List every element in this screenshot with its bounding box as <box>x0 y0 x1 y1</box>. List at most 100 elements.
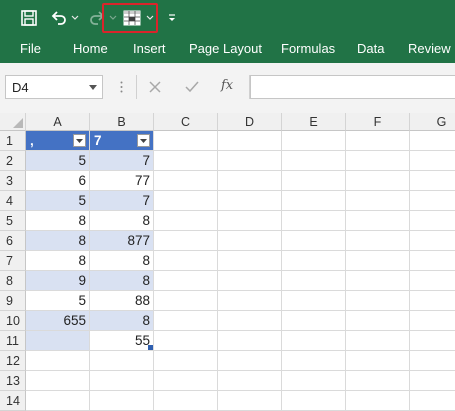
tab-review[interactable]: Review <box>408 35 451 63</box>
cell[interactable] <box>346 131 410 151</box>
cell[interactable] <box>218 351 282 371</box>
table-resize-handle[interactable] <box>148 345 153 350</box>
table-cell[interactable]: 88 <box>90 291 154 311</box>
tab-data[interactable]: Data <box>357 35 384 63</box>
cell[interactable] <box>154 191 218 211</box>
table-cell[interactable]: 7 <box>90 151 154 171</box>
cell[interactable] <box>410 191 455 211</box>
table-header-cell[interactable]: ‚ <box>26 131 90 151</box>
cell[interactable] <box>218 231 282 251</box>
cell[interactable] <box>346 351 410 371</box>
column-header-e[interactable]: E <box>282 113 346 131</box>
cell[interactable] <box>282 331 346 351</box>
column-header-c[interactable]: C <box>154 113 218 131</box>
insert-function-icon[interactable]: fx <box>221 78 233 93</box>
table-cell[interactable]: 8 <box>90 211 154 231</box>
cell[interactable] <box>218 271 282 291</box>
cell[interactable] <box>154 211 218 231</box>
column-header-b[interactable]: B <box>90 113 154 131</box>
customize-qat-button[interactable] <box>165 8 179 28</box>
table-cell[interactable]: 8 <box>90 311 154 331</box>
row-header[interactable]: 11 <box>0 331 26 351</box>
cell[interactable] <box>346 251 410 271</box>
cell[interactable] <box>282 171 346 191</box>
cell[interactable] <box>346 271 410 291</box>
cell[interactable] <box>282 231 346 251</box>
formula-input[interactable] <box>250 75 455 99</box>
table-cell[interactable]: 9 <box>26 271 90 291</box>
cell[interactable] <box>410 351 455 371</box>
column-header-a[interactable]: A <box>26 113 90 131</box>
cancel-icon[interactable] <box>149 81 161 93</box>
cell[interactable] <box>154 371 218 391</box>
row-header[interactable]: 2 <box>0 151 26 171</box>
cell[interactable] <box>154 331 218 351</box>
cell[interactable] <box>410 151 455 171</box>
cell[interactable] <box>282 311 346 331</box>
cell[interactable] <box>90 391 154 411</box>
cell[interactable] <box>346 171 410 191</box>
table-format-dropdown-button[interactable] <box>145 8 155 28</box>
row-header[interactable]: 13 <box>0 371 26 391</box>
cell[interactable] <box>218 171 282 191</box>
table-cell[interactable]: 8 <box>26 231 90 251</box>
row-header[interactable]: 10 <box>0 311 26 331</box>
cell[interactable] <box>26 391 90 411</box>
table-cell[interactable]: 5 <box>26 291 90 311</box>
undo-dropdown-button[interactable] <box>70 8 80 28</box>
cell[interactable] <box>90 371 154 391</box>
cell[interactable] <box>346 291 410 311</box>
cell[interactable] <box>282 291 346 311</box>
cell[interactable] <box>154 291 218 311</box>
cell[interactable] <box>218 331 282 351</box>
cell[interactable] <box>410 271 455 291</box>
cell[interactable] <box>346 191 410 211</box>
table-header-cell[interactable]: 7 <box>90 131 154 151</box>
name-box-dropdown-icon[interactable] <box>89 85 97 91</box>
cell[interactable] <box>154 151 218 171</box>
table-cell[interactable]: 6 <box>26 171 90 191</box>
table-cell[interactable]: 77 <box>90 171 154 191</box>
row-header[interactable]: 1 <box>0 131 26 151</box>
redo-dropdown-button[interactable] <box>108 8 118 28</box>
table-cell[interactable]: 8 <box>26 251 90 271</box>
cell[interactable] <box>346 211 410 231</box>
tab-file[interactable]: File <box>20 35 41 63</box>
cell[interactable] <box>410 371 455 391</box>
row-header[interactable]: 9 <box>0 291 26 311</box>
filter-dropdown-button[interactable] <box>137 134 150 147</box>
row-header[interactable]: 4 <box>0 191 26 211</box>
table-cell[interactable]: 8 <box>90 271 154 291</box>
cell[interactable] <box>410 291 455 311</box>
cell[interactable] <box>346 231 410 251</box>
cell[interactable] <box>218 391 282 411</box>
cell[interactable] <box>410 231 455 251</box>
cell[interactable] <box>154 391 218 411</box>
cell[interactable] <box>282 211 346 231</box>
cell[interactable] <box>154 271 218 291</box>
cell[interactable] <box>346 311 410 331</box>
cell[interactable] <box>282 131 346 151</box>
cell[interactable] <box>410 211 455 231</box>
table-cell[interactable]: 5 <box>26 151 90 171</box>
table-format-button[interactable] <box>120 6 144 30</box>
cell[interactable] <box>26 371 90 391</box>
cell[interactable] <box>410 171 455 191</box>
cell[interactable] <box>410 311 455 331</box>
cell[interactable] <box>282 251 346 271</box>
column-header-g[interactable]: G <box>410 113 455 131</box>
row-header[interactable]: 8 <box>0 271 26 291</box>
cell[interactable] <box>346 391 410 411</box>
row-header[interactable]: 14 <box>0 391 26 411</box>
column-header-f[interactable]: F <box>346 113 410 131</box>
cell[interactable] <box>154 311 218 331</box>
cell[interactable] <box>218 291 282 311</box>
table-cell[interactable]: 5 <box>26 191 90 211</box>
undo-button[interactable] <box>48 6 70 30</box>
cell[interactable] <box>346 331 410 351</box>
cell[interactable] <box>154 251 218 271</box>
cell[interactable] <box>218 151 282 171</box>
cell[interactable] <box>218 311 282 331</box>
row-header[interactable]: 6 <box>0 231 26 251</box>
cell[interactable] <box>154 171 218 191</box>
